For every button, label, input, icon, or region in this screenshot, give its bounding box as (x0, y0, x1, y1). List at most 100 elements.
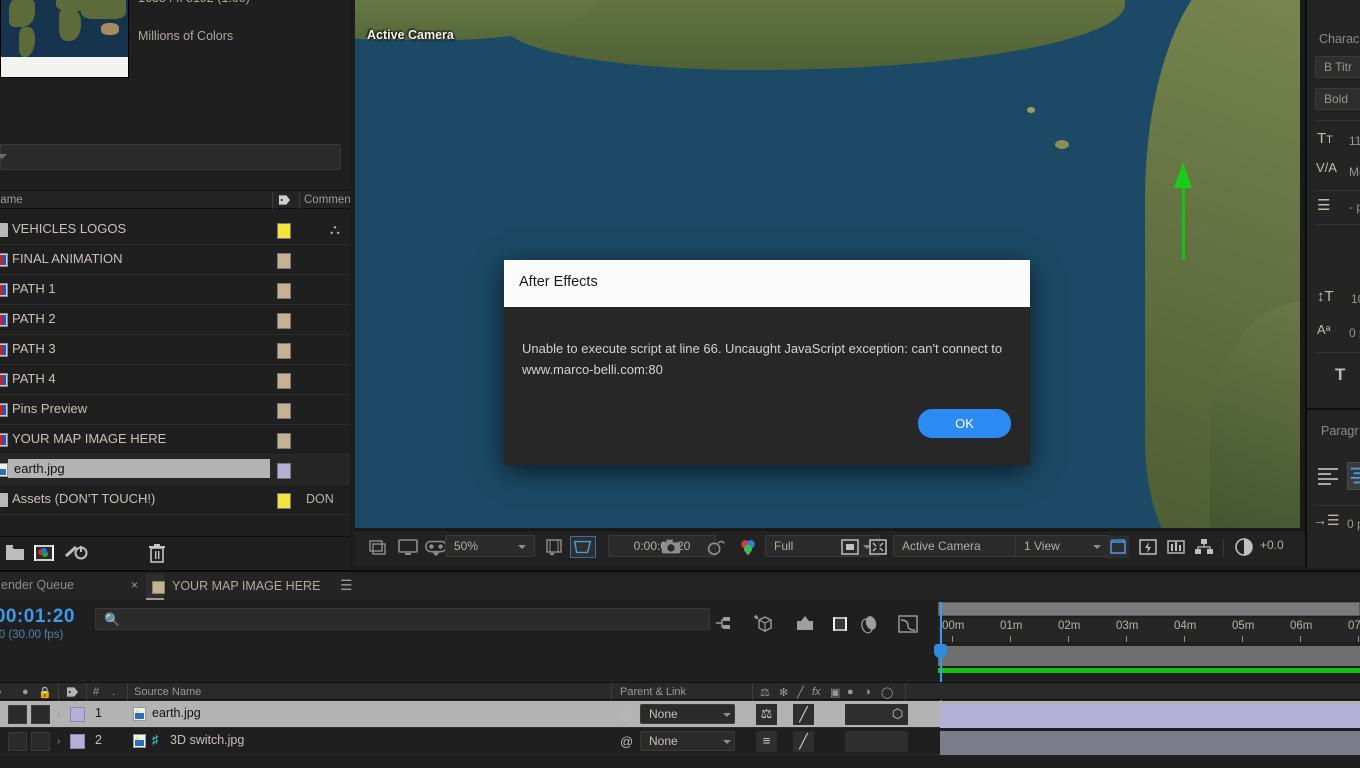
tracking-value[interactable]: Me (1349, 165, 1360, 179)
green-pin-marker[interactable] (1174, 162, 1192, 260)
project-item-row[interactable]: PATH 2 (0, 305, 350, 335)
column-header-comment[interactable]: Comment (304, 194, 350, 206)
timeline-flowchart-icon[interactable] (1165, 536, 1187, 558)
layer-video-toggle[interactable] (8, 705, 27, 724)
project-item-row[interactable]: FINAL ANIMATION (0, 245, 350, 275)
layer-expand-arrow[interactable]: › (57, 736, 60, 747)
delete-icon[interactable] (148, 544, 166, 564)
tab-composition[interactable]: YOUR MAP IMAGE HERE (146, 574, 320, 600)
baseline-shift-value[interactable]: 0 p (1349, 326, 1360, 340)
render-toggle-icon[interactable] (64, 544, 88, 562)
layer-anchor-switch[interactable]: ⚖ (756, 704, 777, 725)
panel-menu-icon[interactable]: ☰ (340, 577, 353, 594)
layer-switch-2[interactable]: ⬡ (887, 704, 908, 725)
close-icon[interactable]: × (131, 578, 138, 592)
timeline-current-time[interactable]: :00:01:20 (0, 606, 75, 628)
frame-blending-icon[interactable] (828, 614, 852, 634)
layer-duration-bar[interactable] (940, 731, 1360, 755)
label-color-swatch[interactable] (277, 343, 291, 359)
new-folder-icon[interactable] (5, 544, 25, 562)
layer-switch-2[interactable] (887, 731, 908, 752)
playhead-knob[interactable] (934, 644, 947, 658)
align-center-icon[interactable] (1347, 462, 1360, 490)
timeline-navigator-bar[interactable] (938, 646, 1360, 666)
work-area-bar[interactable] (938, 602, 1360, 616)
layer-duration-bar[interactable] (940, 704, 1360, 728)
font-family-select[interactable]: B Titr (1315, 56, 1360, 78)
snapshot-icon[interactable] (660, 536, 682, 558)
font-size-value[interactable]: 114 (1349, 134, 1360, 148)
label-color-swatch[interactable] (277, 253, 291, 269)
motion-blur-icon[interactable] (793, 614, 817, 634)
indent-value[interactable]: 0 p (1347, 517, 1360, 531)
channel-rgb-icon[interactable] (737, 536, 759, 558)
view-layout-select[interactable]: 1 View (1015, 535, 1110, 557)
exposure-value[interactable]: +0.0 (1260, 538, 1284, 552)
align-left-icon[interactable] (1317, 466, 1341, 486)
project-item-row[interactable]: Assets (DON'T TOUCH!) DON (0, 485, 350, 515)
project-item-row[interactable]: PATH 1 (0, 275, 350, 305)
parent-select[interactable]: None (640, 704, 735, 724)
fast-previews-icon[interactable] (1137, 536, 1159, 558)
vertical-scale-value[interactable]: 100 (1351, 292, 1360, 306)
always-preview-icon[interactable] (367, 536, 389, 558)
transparency-grid-icon[interactable] (839, 536, 861, 558)
project-item-row[interactable]: PATH 3 (0, 335, 350, 365)
project-item-row[interactable]: VEHICLES LOGOS ⛬ (0, 215, 350, 245)
grid-guides-icon[interactable] (543, 536, 565, 558)
monitor-icon[interactable] (397, 536, 419, 558)
lens-blur-icon[interactable] (858, 614, 882, 634)
parent-pickwhip-icon[interactable]: @ (620, 734, 633, 749)
layer-video-toggle[interactable] (8, 732, 27, 751)
project-item-row[interactable]: Pins Preview (0, 395, 350, 425)
label-color-swatch[interactable] (277, 313, 291, 329)
layer-label-swatch[interactable] (70, 734, 85, 749)
show-snapshot-icon[interactable] (705, 536, 727, 558)
zoom-level-select[interactable]: 50% (445, 535, 535, 557)
label-color-swatch[interactable] (277, 403, 291, 419)
layer-switch-0[interactable] (845, 731, 866, 752)
label-color-swatch[interactable] (277, 433, 291, 449)
layer-quality-switch[interactable]: ╱ (793, 704, 814, 725)
layer-audio-toggle[interactable] (31, 732, 50, 751)
layer-audio-toggle[interactable] (31, 705, 50, 724)
new-composition-icon[interactable] (33, 544, 55, 562)
audio-icon[interactable]: ◕ (0, 686, 2, 698)
layer-label-swatch[interactable] (70, 707, 85, 722)
resolution-select[interactable]: Full (765, 535, 880, 557)
timeline-ruler[interactable]: 00m 01m 02m 03m 04m 05m 06m 07 (934, 602, 1360, 712)
region-of-interest-icon[interactable] (570, 536, 596, 558)
parent-select[interactable]: None (640, 731, 735, 751)
layer-switch-0[interactable] (845, 704, 866, 725)
ok-button[interactable]: OK (918, 409, 1011, 438)
exposure-icon[interactable] (1233, 536, 1255, 558)
tab-render-queue[interactable]: Render Queue (0, 578, 74, 592)
column-header-name[interactable]: Name (0, 194, 23, 206)
toggle-mask-icon[interactable] (867, 536, 889, 558)
leading-value[interactable]: - p (1349, 200, 1360, 214)
graph-editor-icon[interactable] (896, 614, 920, 634)
font-style-select[interactable]: Bold (1315, 88, 1360, 110)
label-color-swatch[interactable] (277, 223, 291, 239)
label-color-swatch[interactable] (277, 493, 291, 509)
label-color-swatch[interactable] (277, 283, 291, 299)
enable-3d-renderer-icon[interactable] (753, 614, 777, 634)
shy-layers-icon[interactable] (713, 614, 737, 634)
column-header-source-name[interactable]: Source Name (134, 686, 201, 698)
label-color-swatch[interactable] (277, 463, 291, 479)
comp-flowchart-icon[interactable] (1193, 536, 1215, 558)
project-search-input[interactable] (0, 144, 341, 170)
label-color-swatch[interactable] (277, 373, 291, 389)
column-header-index[interactable]: # (93, 686, 99, 698)
lock-icon[interactable]: 🔒 (38, 686, 52, 699)
pixel-aspect-correction-icon[interactable] (1107, 536, 1129, 558)
solo-icon[interactable]: ● (22, 686, 29, 698)
project-item-row[interactable]: earth.jpg (0, 455, 350, 485)
layer-anchor-switch[interactable]: ≡ (756, 731, 777, 752)
project-item-row[interactable]: PATH 4 (0, 365, 350, 395)
timeline-search-input[interactable]: 🔍 (95, 608, 710, 630)
layer-quality-switch[interactable]: ╱ (793, 731, 814, 752)
layer-expand-arrow[interactable]: › (57, 709, 60, 720)
parent-pickwhip-icon[interactable]: @ (620, 707, 633, 722)
faux-bold-icon[interactable]: T (1335, 365, 1345, 385)
